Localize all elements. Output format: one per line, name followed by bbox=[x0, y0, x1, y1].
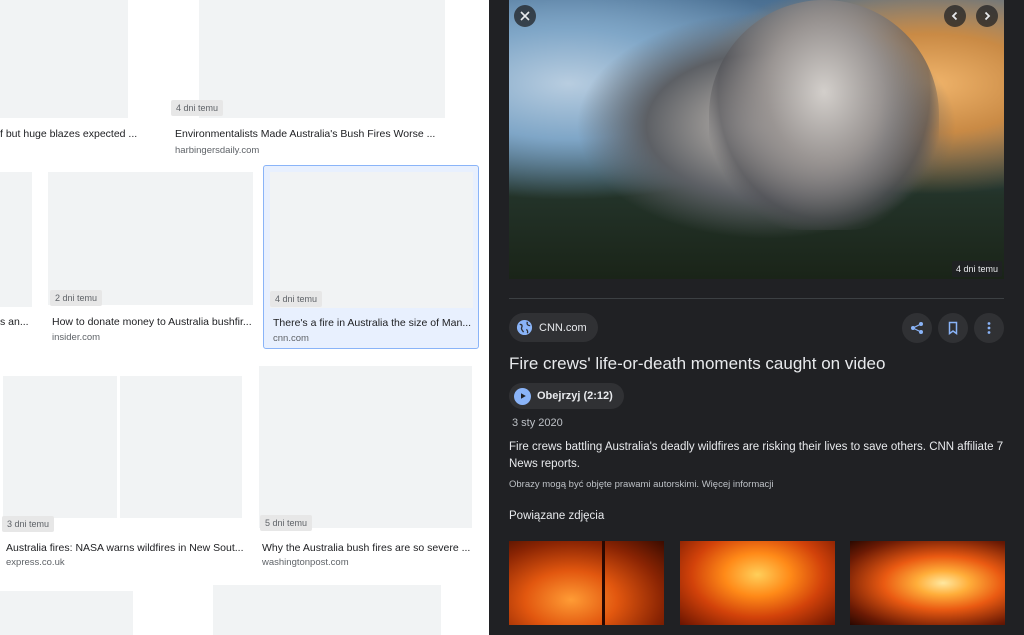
share-icon bbox=[911, 322, 923, 334]
result-site: insider.com bbox=[52, 332, 101, 343]
result-card[interactable]: 2 dni temu How to donate money to Austra… bbox=[48, 172, 254, 347]
bookmark-icon bbox=[948, 321, 958, 335]
result-thumbnail[interactable] bbox=[199, 0, 445, 118]
result-card[interactable]: 3 dni temu Australia fires: NASA warns w… bbox=[0, 360, 244, 572]
results-grid: f but huge blazes expected ... 4 dni tem… bbox=[0, 0, 489, 635]
result-thumbnail[interactable] bbox=[0, 172, 32, 307]
smoke-plume-graphic bbox=[709, 0, 939, 230]
result-title[interactable]: f but huge blazes expected ... bbox=[0, 128, 150, 140]
related-image[interactable] bbox=[680, 541, 835, 625]
chevron-left-icon bbox=[951, 11, 958, 21]
age-badge: 2 dni temu bbox=[50, 290, 103, 306]
close-icon bbox=[520, 11, 530, 21]
next-button[interactable] bbox=[976, 5, 998, 27]
more-options-button[interactable] bbox=[974, 313, 1004, 343]
chevron-right-icon bbox=[984, 11, 991, 21]
result-title[interactable]: There's a fire in Australia the size of … bbox=[273, 317, 473, 329]
result-thumbnail[interactable] bbox=[48, 172, 253, 305]
source-link[interactable]: CNN.com bbox=[509, 313, 598, 342]
result-site: cnn.com bbox=[273, 333, 309, 344]
detail-title[interactable]: Fire crews' life-or-death moments caught… bbox=[509, 354, 885, 374]
copyright-text: Obrazy mogą być objęte prawami autorskim… bbox=[509, 479, 700, 490]
related-image[interactable] bbox=[509, 541, 664, 625]
close-button[interactable] bbox=[514, 5, 536, 27]
detail-panel: 4 dni temu CNN.com Fire crews' life-or-d… bbox=[489, 0, 1024, 635]
watch-label: Obejrzyj (2:12) bbox=[537, 390, 613, 402]
result-thumbnail[interactable] bbox=[3, 376, 117, 518]
divider bbox=[509, 298, 1004, 299]
result-thumbnail[interactable] bbox=[0, 0, 128, 118]
result-thumbnail[interactable] bbox=[0, 591, 133, 635]
related-heading: Powiązane zdjęcia bbox=[509, 510, 605, 522]
play-icon bbox=[514, 387, 531, 405]
result-card[interactable] bbox=[213, 585, 441, 635]
result-site: harbingersdaily.com bbox=[175, 145, 260, 156]
copyright-notice: Obrazy mogą być objęte prawami autorskim… bbox=[509, 479, 774, 490]
more-vert-icon bbox=[987, 322, 991, 334]
result-card[interactable]: f but huge blazes expected ... bbox=[0, 0, 155, 145]
result-title[interactable]: Environmentalists Made Australia's Bush … bbox=[175, 128, 473, 140]
result-card[interactable] bbox=[0, 588, 135, 635]
result-thumbnail[interactable] bbox=[259, 366, 472, 528]
result-site: washingtonpost.com bbox=[262, 557, 349, 568]
result-card[interactable]: 5 dni temu Why the Australia bush fires … bbox=[258, 360, 473, 572]
result-site: express.co.uk bbox=[6, 557, 65, 568]
result-card[interactable]: s an... bbox=[0, 172, 40, 332]
publish-date: 3 sty 2020 bbox=[512, 417, 563, 429]
preview-image[interactable]: 4 dni temu bbox=[509, 0, 1004, 279]
result-title[interactable]: Australia fires: NASA warns wildfires in… bbox=[6, 542, 244, 554]
age-badge: 3 dni temu bbox=[2, 516, 55, 532]
more-info-link[interactable]: Więcej informacji bbox=[702, 479, 774, 490]
description: Fire crews battling Australia's deadly w… bbox=[509, 441, 1004, 470]
related-image[interactable] bbox=[850, 541, 1005, 625]
result-thumbnail[interactable] bbox=[213, 585, 441, 635]
share-button[interactable] bbox=[902, 313, 932, 343]
globe-icon bbox=[516, 319, 533, 336]
save-button[interactable] bbox=[938, 313, 968, 343]
result-thumbnail[interactable] bbox=[270, 172, 473, 308]
age-badge: 5 dni temu bbox=[260, 515, 313, 531]
age-badge: 4 dni temu bbox=[951, 261, 1002, 277]
result-card-selected[interactable]: 4 dni temu There's a fire in Australia t… bbox=[263, 165, 479, 349]
previous-button[interactable] bbox=[944, 5, 966, 27]
age-badge: 4 dni temu bbox=[270, 291, 323, 307]
result-card[interactable]: 4 dni temu Environmentalists Made Austra… bbox=[171, 0, 473, 160]
result-title[interactable]: s an... bbox=[0, 316, 40, 328]
age-badge: 4 dni temu bbox=[171, 100, 224, 116]
result-title[interactable]: Why the Australia bush fires are so seve… bbox=[262, 542, 472, 554]
result-title[interactable]: How to donate money to Australia bushfir… bbox=[52, 316, 252, 328]
watch-video-button[interactable]: Obejrzyj (2:12) bbox=[509, 383, 624, 409]
source-label: CNN.com bbox=[539, 321, 587, 334]
result-thumbnail[interactable] bbox=[120, 376, 242, 518]
